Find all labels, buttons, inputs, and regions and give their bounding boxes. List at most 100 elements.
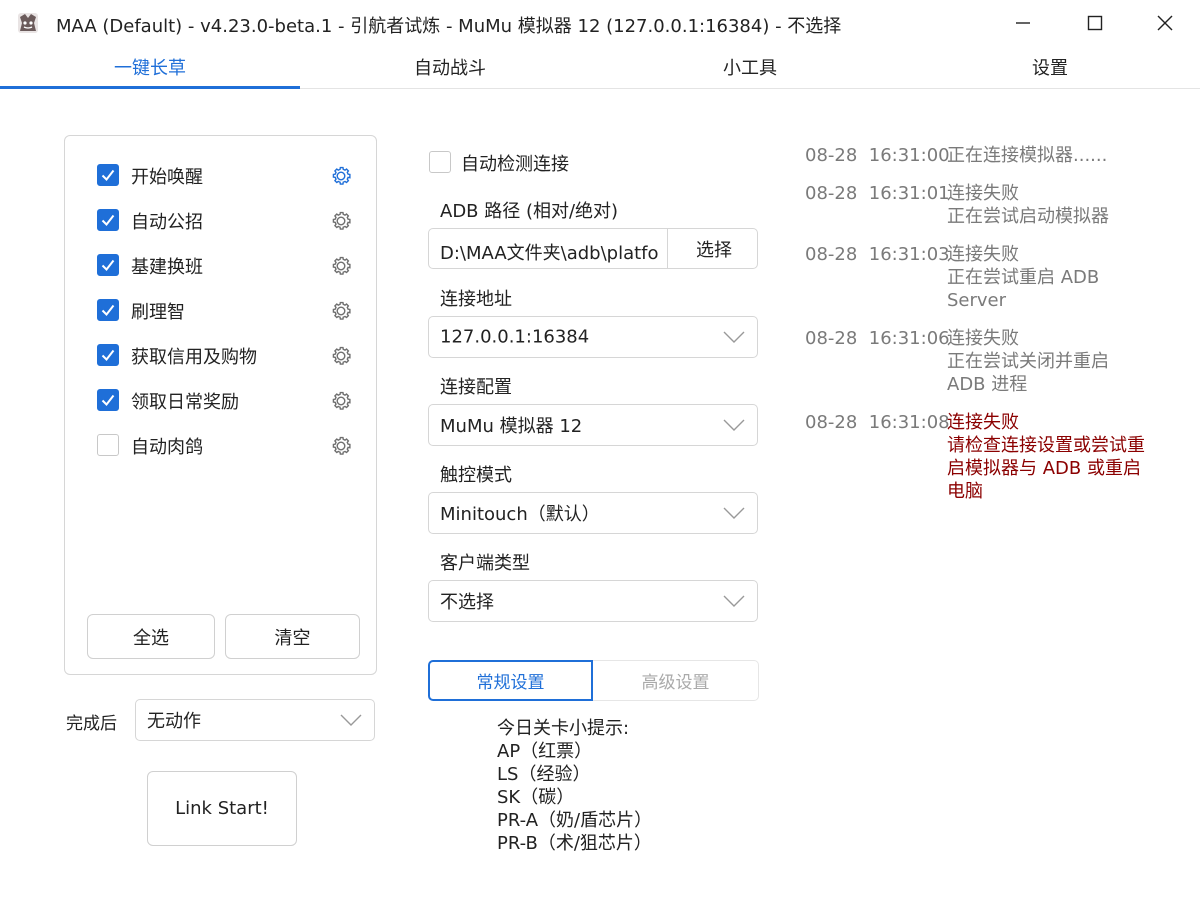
config-value: MuMu 模拟器 12 [440, 416, 583, 437]
log-date: 08-28 [805, 244, 858, 265]
task-checkbox[interactable] [97, 344, 119, 366]
client-type-value: 不选择 [440, 592, 494, 613]
log-message-line: 连接失败 [947, 412, 1019, 433]
task-row[interactable]: 领取日常奖励 [97, 386, 357, 416]
clear-button[interactable]: 清空 [225, 614, 360, 659]
auto-detect-checkbox[interactable] [429, 151, 451, 173]
log-time: 16:31:01 [868, 183, 950, 204]
client-type-select[interactable]: 不选择 [428, 580, 758, 622]
checkmark-icon [101, 304, 115, 317]
checkmark-icon [101, 394, 115, 407]
task-label: 领取日常奖励 [131, 392, 239, 413]
log-message-line: 正在尝试关闭并重启 ADB 进程 [947, 351, 1109, 395]
log-message-line: 请检查连接设置或尝试重启模拟器与 ADB 或重启电脑 [947, 435, 1145, 502]
stage-tip-line: LS（经验） [497, 764, 591, 785]
task-row[interactable]: 自动肉鸽 [97, 431, 357, 461]
address-label: 连接地址 [440, 289, 512, 310]
client-type-label: 客户端类型 [440, 553, 530, 574]
chevron-down-icon [340, 714, 362, 726]
task-list-panel: 开始唤醒自动公招基建换班刷理智获取信用及购物领取日常奖励 自动肉鸽 全选 清空 [64, 135, 377, 675]
maximize-button[interactable] [1060, 0, 1130, 46]
gear-icon[interactable] [328, 298, 354, 324]
gear-icon[interactable] [328, 253, 354, 279]
log-message-line: 连接失败 [947, 328, 1019, 349]
tab-auto-battle[interactable]: 自动战斗 [300, 46, 600, 88]
touch-mode-select[interactable]: Minitouch（默认） [428, 492, 758, 534]
link-start-button[interactable]: Link Start! [147, 771, 297, 846]
minimize-button[interactable] [988, 0, 1058, 46]
stage-tips-title: 今日关卡小提示: [497, 718, 630, 739]
task-row[interactable]: 开始唤醒 [97, 161, 357, 191]
task-checkbox[interactable] [97, 164, 119, 186]
close-button[interactable] [1130, 0, 1200, 46]
main-tabs: 一键长草 自动战斗 小工具 设置 [0, 46, 1200, 89]
address-select[interactable]: 127.0.0.1:16384 [428, 316, 758, 358]
adb-select-button[interactable]: 选择 [667, 229, 757, 268]
chevron-down-icon [723, 331, 745, 343]
after-complete-value: 无动作 [147, 711, 201, 732]
app-logo-icon [18, 13, 38, 33]
task-row[interactable]: 自动公招 [97, 206, 357, 236]
chevron-down-icon [723, 507, 745, 519]
log-timestamp: 08-28 16:31:03 [805, 243, 950, 266]
address-value: 127.0.0.1:16384 [440, 326, 590, 348]
task-label: 基建换班 [131, 257, 203, 278]
gear-icon[interactable] [328, 388, 354, 414]
log-time: 16:31:03 [868, 244, 950, 265]
chevron-down-icon [723, 595, 745, 607]
log-message-line: 正在连接模拟器...... [947, 145, 1108, 166]
task-checkbox[interactable] [97, 434, 119, 456]
task-checkbox[interactable] [97, 209, 119, 231]
config-select[interactable]: MuMu 模拟器 12 [428, 404, 758, 446]
checkmark-icon [101, 169, 115, 182]
tab-advanced-settings[interactable]: 高级设置 [593, 660, 759, 701]
gear-icon[interactable] [328, 163, 354, 189]
log-message-line: 正在尝试重启 ADB Server [947, 267, 1100, 311]
task-checkbox[interactable] [97, 389, 119, 411]
log-time: 16:31:08 [868, 412, 950, 433]
tab-farming[interactable]: 一键长草 [0, 46, 300, 89]
select-all-button[interactable]: 全选 [87, 614, 215, 659]
log-message: 连接失败 正在尝试重启 ADB Server [947, 243, 1152, 312]
task-row[interactable]: 刷理智 [97, 296, 357, 326]
task-row[interactable]: 获取信用及购物 [97, 341, 357, 371]
log-message: 正在连接模拟器...... [947, 144, 1152, 167]
log-date: 08-28 [805, 412, 858, 433]
task-label: 自动肉鸽 [131, 437, 203, 458]
stage-tip-line: PR-A（奶/盾芯片） [497, 810, 653, 831]
after-complete-label: 完成后 [66, 714, 117, 734]
checkmark-icon [101, 259, 115, 272]
adb-path-label: ADB 路径 (相对/绝对) [440, 201, 619, 222]
log-timestamp: 08-28 16:31:01 [805, 182, 950, 205]
chevron-down-icon [723, 419, 745, 431]
checkmark-icon [101, 214, 115, 227]
log-timestamp: 08-28 16:31:06 [805, 327, 950, 350]
tab-normal-settings[interactable]: 常规设置 [428, 660, 593, 701]
log-message: 连接失败 请检查连接设置或尝试重启模拟器与 ADB 或重启电脑 [947, 411, 1152, 503]
gear-icon[interactable] [328, 343, 354, 369]
touch-mode-value: Minitouch（默认） [440, 504, 600, 525]
log-time: 16:31:00 [868, 145, 950, 166]
gear-icon[interactable] [328, 433, 354, 459]
log-timestamp: 08-28 16:31:08 [805, 411, 950, 434]
tab-settings[interactable]: 设置 [900, 46, 1200, 88]
auto-detect-label: 自动检测连接 [461, 154, 569, 175]
adb-path-input[interactable]: D:\MAA文件夹\adb\platfo [440, 239, 662, 265]
gear-icon[interactable] [328, 208, 354, 234]
stage-tip-line: AP（红票） [497, 741, 593, 762]
touch-mode-label: 触控模式 [440, 465, 512, 486]
close-icon [1157, 15, 1173, 31]
task-checkbox[interactable] [97, 254, 119, 276]
tab-tools[interactable]: 小工具 [600, 46, 900, 88]
task-checkbox[interactable] [97, 299, 119, 321]
stage-tip-line: SK（碳） [497, 787, 575, 808]
log-date: 08-28 [805, 183, 858, 204]
window-title: MAA (Default) - v4.23.0-beta.1 - 引航者试炼 -… [56, 16, 842, 37]
after-complete-select[interactable]: 无动作 [135, 699, 375, 741]
log-timestamp: 08-28 16:31:00 [805, 144, 950, 167]
task-label: 自动公招 [131, 212, 203, 233]
log-message-line: 连接失败 [947, 183, 1019, 204]
task-row[interactable]: 基建换班 [97, 251, 357, 281]
task-label: 刷理智 [131, 302, 185, 323]
config-label: 连接配置 [440, 377, 512, 398]
